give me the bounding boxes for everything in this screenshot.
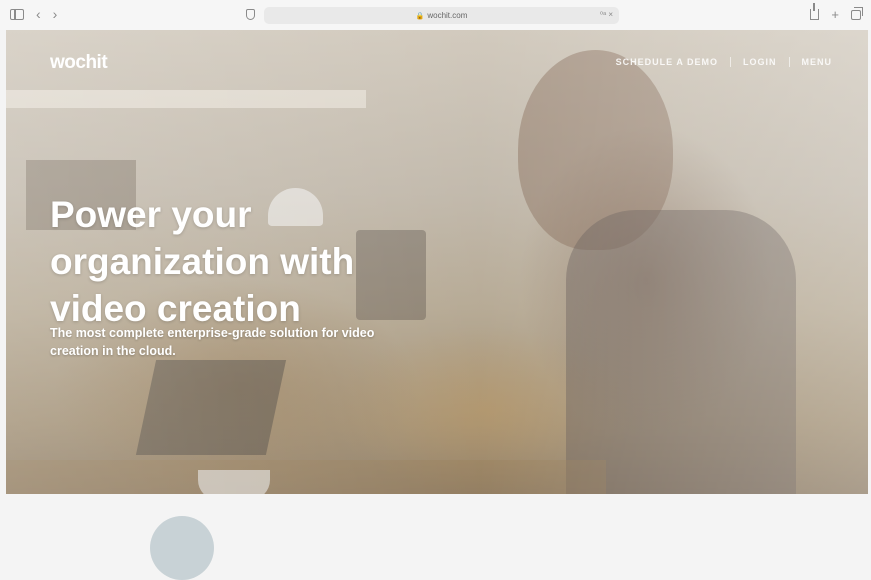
hero-image-table [6, 460, 606, 494]
chevron-left-icon[interactable]: ‹ [36, 7, 41, 21]
tabs-overview-icon[interactable] [851, 6, 863, 20]
browser-toolbar: ‹ › 🔒 wochit.com ⁰ᵃ × + [0, 0, 871, 30]
sidebar-icon[interactable] [10, 8, 24, 20]
chevron-right-icon[interactable]: › [53, 7, 58, 21]
site-logo[interactable]: wochit [50, 52, 108, 74]
share-icon[interactable] [810, 3, 820, 20]
browser-actions: + [810, 3, 863, 22]
nav-divider [730, 57, 731, 67]
hero-subheadline: The most complete enterprise-grade solut… [50, 326, 375, 358]
decorative-circle [150, 516, 214, 580]
browser-nav-group: ‹ › [10, 7, 57, 21]
hero-image-person-body [566, 210, 796, 494]
hero-image-mug [198, 470, 270, 494]
plus-icon[interactable]: + [831, 7, 839, 22]
lower-section [6, 494, 868, 580]
hero-image-shelf [6, 90, 366, 108]
hero-image-person-head [518, 50, 673, 250]
nav-divider [788, 57, 790, 67]
site-nav: SCHEDULE A DEMO LOGIN MENU [616, 57, 832, 67]
lock-icon: 🔒 [415, 12, 425, 20]
hero-section: wochit SCHEDULE A DEMO LOGIN MENU Power … [6, 30, 868, 494]
hero-image-laptop [135, 360, 287, 455]
url-text: wochit.com [427, 11, 468, 20]
address-bar[interactable]: 🔒 wochit.com ⁰ᵃ × [264, 7, 619, 24]
schedule-demo-link[interactable]: SCHEDULE A DEMO [616, 57, 718, 67]
url-extra-icons[interactable]: ⁰ᵃ × [600, 10, 613, 19]
hero-headline: Power your organization with video creat… [50, 194, 355, 329]
shield-icon[interactable] [246, 9, 255, 20]
menu-button[interactable]: MENU [802, 57, 833, 67]
login-link[interactable]: LOGIN [743, 57, 777, 67]
